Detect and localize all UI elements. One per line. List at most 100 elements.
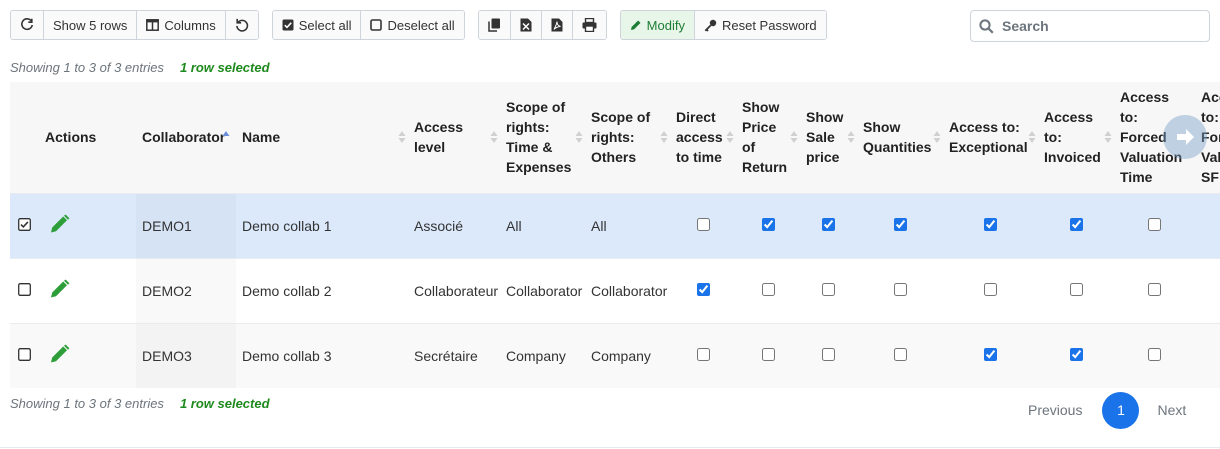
access-exceptional-cell [943, 258, 1038, 323]
header-show-quantities[interactable]: Show Quantities [857, 82, 943, 193]
collaborator-cell: DEMO2 [136, 258, 236, 323]
columns-button[interactable]: Columns [137, 11, 226, 39]
scroll-right-button[interactable] [1163, 115, 1207, 159]
show-price-return-checkbox[interactable] [761, 347, 775, 361]
direct-access-checkbox[interactable] [696, 347, 710, 361]
access-level-cell: Secrétaire [414, 347, 478, 364]
header-scope-others[interactable]: Scope of rights: Others [585, 82, 670, 193]
access-forced-checkbox[interactable] [1148, 217, 1161, 231]
copy-icon [487, 18, 500, 32]
access-exceptional-checkbox[interactable] [984, 282, 997, 296]
show-sale-price-cell [800, 193, 857, 258]
direct-access-cell [670, 258, 736, 323]
access-invoiced-checkbox[interactable] [1069, 347, 1083, 361]
edit-pencil-icon[interactable] [49, 279, 71, 302]
pdf-button[interactable] [541, 11, 573, 39]
table-row[interactable]: DEMO1 Demo collab 1 Associé All All [10, 193, 1220, 258]
access-invoiced-checkbox[interactable] [1069, 217, 1083, 231]
access-forced-checkbox[interactable] [1148, 347, 1161, 361]
modify-label: Modify [646, 17, 685, 33]
header-collaborator[interactable]: Collaborator [136, 82, 236, 193]
row-actions-cell [39, 323, 136, 388]
header-scope-time[interactable]: Scope of rights: Time & Expenses [500, 82, 585, 193]
table-row[interactable]: DEMO3 Demo collab 3 Secrétaire Company Compa… [10, 323, 1220, 388]
next-page-button[interactable]: Next [1157, 402, 1186, 418]
direct-access-checkbox[interactable] [696, 282, 710, 296]
show-sale-price-checkbox[interactable] [822, 347, 835, 361]
excel-button[interactable] [510, 11, 542, 39]
search-box [970, 10, 1210, 42]
show-quantities-cell [857, 193, 943, 258]
access-forced-sf-cell [1195, 258, 1220, 323]
access-exceptional-checkbox[interactable] [984, 217, 997, 231]
previous-page-button[interactable]: Previous [1028, 402, 1082, 418]
show-rows-label: Show 5 rows [53, 17, 128, 33]
header-access-exceptional[interactable]: Access to: Exceptional [943, 82, 1038, 193]
select-column-header [10, 82, 39, 193]
row-select-cell[interactable] [10, 258, 39, 323]
show-price-return-cell [736, 258, 800, 323]
pencil-icon [630, 20, 641, 30]
show-price-return-checkbox[interactable] [761, 217, 775, 231]
sort-both-icon [575, 131, 583, 144]
checked-square-icon [18, 217, 31, 231]
row-select-cell[interactable] [10, 323, 39, 388]
header-show-sale-price-label: Show Sale price [806, 109, 844, 166]
row-actions-cell [39, 258, 136, 323]
header-name[interactable]: Name [236, 82, 408, 193]
header-access-level[interactable]: Access level [408, 82, 500, 193]
show-sale-price-checkbox[interactable] [822, 217, 835, 231]
pdf-icon [551, 18, 563, 32]
columns-icon [146, 19, 160, 31]
deselect-all-label: Deselect all [387, 17, 455, 33]
show-price-return-checkbox[interactable] [761, 282, 775, 296]
modify-button[interactable]: Modify [620, 11, 695, 39]
header-show-price-return[interactable]: Show Price of Return [736, 82, 800, 193]
access-invoiced-cell [1038, 193, 1114, 258]
header-access-invoiced-label: Access to: Invoiced [1044, 109, 1101, 166]
search-input[interactable] [1000, 17, 1200, 35]
show-price-return-cell [736, 323, 800, 388]
access-forced-cell [1114, 258, 1195, 323]
table-row[interactable]: DEMO2 Demo collab 2 Collaborateur Collabora… [10, 258, 1220, 323]
collaborator-cell: DEMO3 [136, 323, 236, 388]
table-header-row: Actions Collaborator Name Access level S… [10, 82, 1220, 193]
print-button[interactable] [572, 11, 606, 39]
scope-time-cell: All [506, 217, 522, 234]
access-invoiced-cell [1038, 323, 1114, 388]
header-access-invoiced[interactable]: Access to: Invoiced [1038, 82, 1114, 193]
empty-box-icon [370, 19, 383, 31]
deselect-all-button[interactable]: Deselect all [361, 11, 464, 39]
selection-info: 1 row selected [179, 396, 270, 411]
refresh-button[interactable] [11, 11, 44, 39]
access-exceptional-checkbox[interactable] [984, 347, 997, 361]
access-invoiced-checkbox[interactable] [1069, 282, 1083, 296]
show-quantities-checkbox[interactable] [893, 217, 907, 231]
row-actions-cell [39, 193, 136, 258]
show-quantities-checkbox[interactable] [893, 282, 907, 296]
access-forced-checkbox[interactable] [1148, 282, 1161, 296]
header-direct-access[interactable]: Direct access to time [670, 82, 736, 193]
toolbar: Show 5 rows Columns Select all Deselect … [10, 10, 840, 40]
page-1-button[interactable]: 1 [1102, 391, 1140, 429]
copy-button[interactable] [478, 11, 511, 39]
edit-pencil-icon[interactable] [49, 344, 71, 367]
select-all-button[interactable]: Select all [272, 11, 362, 39]
undo-icon [235, 18, 248, 32]
access-level-cell: Collaborateur [414, 282, 499, 299]
show-sale-price-checkbox[interactable] [822, 282, 835, 296]
sort-both-icon [933, 131, 941, 144]
show-quantities-checkbox[interactable] [893, 347, 907, 361]
view-button-group: Show 5 rows Columns [10, 10, 259, 40]
entries-info: Showing 1 to 3 of 3 entries [10, 60, 164, 75]
reset-password-button[interactable]: Reset Password [694, 11, 826, 39]
show-rows-button[interactable]: Show 5 rows [44, 11, 138, 39]
data-table-container: Actions Collaborator Name Access level S… [10, 82, 1220, 388]
sort-both-icon [847, 131, 855, 144]
collaborator-cell: DEMO1 [136, 193, 236, 258]
row-select-cell[interactable] [10, 193, 39, 258]
reset-columns-button[interactable] [225, 11, 258, 39]
edit-pencil-icon[interactable] [49, 214, 71, 237]
header-show-sale-price[interactable]: Show Sale price [800, 82, 857, 193]
direct-access-checkbox[interactable] [696, 217, 710, 231]
